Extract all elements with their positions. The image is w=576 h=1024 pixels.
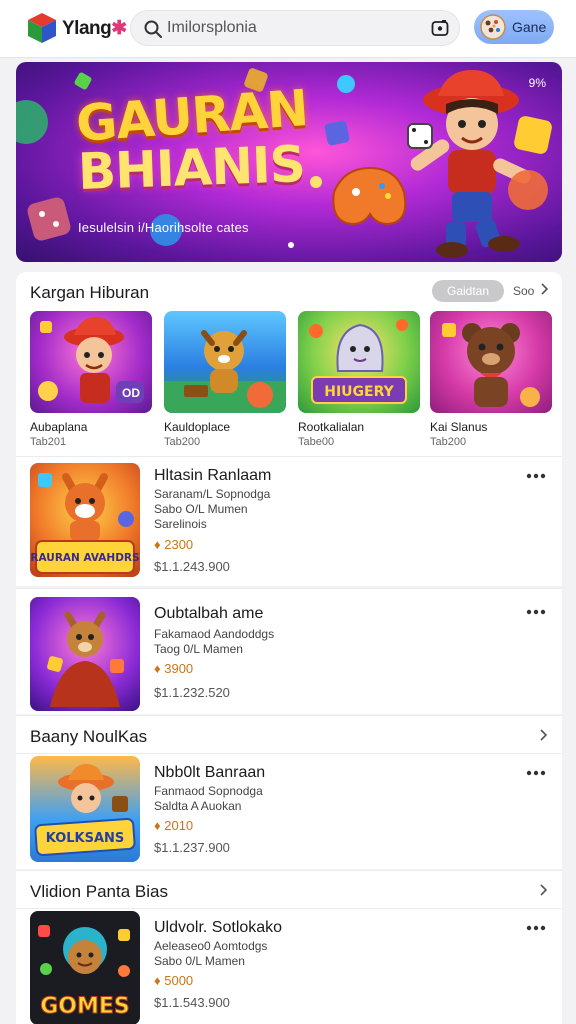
section-header[interactable]: Vlidion Panta Bias	[16, 870, 562, 908]
item-title: Hltasin Ranlaam	[154, 467, 272, 484]
item-subtitle: Saldta A Auokan	[154, 799, 242, 813]
chevron-right-icon[interactable]	[538, 883, 548, 897]
hero-badge: 9%	[528, 76, 546, 90]
tile-price: Tab200	[430, 436, 467, 448]
app-logo-icon[interactable]	[27, 12, 57, 44]
tile-art-text: HIUGERY	[324, 384, 394, 400]
item-rating-badge: ♦ 3900	[154, 661, 194, 676]
game-tile[interactable]: Kauldoplace Tab200	[164, 311, 286, 448]
game-profile-button[interactable]: Gane	[474, 10, 554, 44]
cowboy-boy-game-icon: OD	[30, 311, 152, 413]
more-options-icon[interactable]	[526, 473, 546, 479]
list-item[interactable]: KOLKSANS Nbb0lt Banraan Fanmaod Sopnodga…	[16, 753, 562, 869]
hero-title-line2: BHIANIS	[77, 135, 306, 201]
floating-dice-icon	[27, 197, 71, 241]
item-subtitle: Fakamaod Aandoddgs	[154, 627, 275, 641]
thumb-art-text: RAURAN AVAHDRS	[30, 552, 139, 564]
tile-name: Kauldoplace	[164, 420, 231, 434]
app-name: Ylang✱	[62, 17, 127, 40]
item-title: Nbb0lt Banraan	[154, 764, 266, 781]
list-item[interactable]: GOMES Uldvolr. Sotlokako Aeleaseo0 Aomto…	[16, 908, 562, 1024]
hero-title: GAURAN BHIANIS	[74, 79, 309, 201]
tile-name: Kai Slanus	[430, 420, 488, 434]
item-title: Uldvolr. Sotlokako	[154, 919, 283, 936]
fox-fire-game-icon	[30, 597, 140, 711]
item-price: $1.1.232.520	[154, 685, 230, 700]
item-subtitle: Saranam/L Sopnodga	[154, 487, 271, 501]
item-subtitle: Taog 0/L Mamen	[154, 642, 243, 656]
tile-name: Aubaplana	[30, 420, 88, 434]
item-rating-badge: ♦ 2300	[154, 537, 194, 552]
app-name-accent: ✱	[111, 18, 127, 39]
search-icon	[144, 20, 162, 38]
tile-price: Tab201	[30, 436, 67, 448]
item-rating-badge: ♦ 5000	[154, 973, 194, 988]
app-name-text: Ylang	[62, 18, 112, 39]
item-subtitle: Aeleaseo0 Aomtodgs	[154, 939, 268, 953]
item-price: $1.1.243.900	[154, 559, 230, 574]
item-price: $1.1.543.900	[154, 995, 230, 1010]
search-bar[interactable]	[130, 10, 460, 46]
item-subtitle: Sabo 0/L Mamen	[154, 954, 245, 968]
grey-creature-game-icon: HIUGERY	[298, 311, 420, 413]
item-price: $1.1.237.900	[154, 840, 230, 855]
game-tile[interactable]: OD Aubaplana Tab201	[30, 311, 152, 448]
gamepad-icon	[332, 166, 407, 226]
section-title: Kargan Hiburan	[30, 283, 150, 302]
more-options-icon[interactable]	[526, 770, 546, 776]
thumb-art-text: GOMES	[40, 994, 130, 1019]
item-subtitle: Fanmaod Sopnodga	[154, 784, 263, 798]
item-subtitle: Sarelinois	[154, 517, 207, 531]
tile-price: Tabe00	[298, 436, 335, 448]
game-profile-label: Gane	[512, 19, 547, 35]
item-title: Oubtalbah ame	[154, 605, 264, 622]
chevron-right-icon[interactable]	[538, 728, 548, 742]
hero-subtitle: Iesulelsin i/Haorihsolte cates	[78, 220, 249, 235]
more-options-icon[interactable]	[526, 609, 546, 615]
list-item[interactable]: Oubtalbah ame Fakamaod Aandoddgs Taog 0/…	[16, 588, 562, 714]
thumb-art-text: KOLKSANS	[46, 831, 125, 846]
brown-bear-game-icon	[430, 311, 552, 413]
hero-banner[interactable]: GAURAN BHIANIS Iesulelsin i/Haorihsolte …	[16, 62, 562, 262]
more-options-icon[interactable]	[526, 925, 546, 931]
section-header[interactable]: Baany NoulKas	[16, 715, 562, 753]
fox-game-icon: RAURAN AVAHDRS	[30, 463, 140, 577]
search-input[interactable]	[167, 16, 417, 40]
section-title: Vlidion Panta Bias	[30, 882, 168, 901]
game-tile[interactable]: Kai Slanus Tab200	[430, 311, 552, 448]
games-logo-game-icon: GOMES	[30, 911, 140, 1024]
item-subtitle: Sabo O/L Mumen	[154, 502, 248, 516]
featured-section: Kargan Hiburan Gaidtan Soo OD Aubaplana …	[16, 272, 562, 456]
list-item[interactable]: RAURAN AVAHDRS Hltasin Ranlaam Saranam/L…	[16, 456, 562, 586]
section-title: Baany NoulKas	[30, 727, 148, 746]
see-all-link[interactable]: Soo	[513, 284, 534, 298]
camera-scan-icon[interactable]	[431, 19, 449, 37]
top-app-bar: Ylang✱ Gane	[0, 0, 576, 58]
game-tile[interactable]: HIUGERY Rootkalialan Tabe00	[298, 311, 420, 448]
cowboy-kid-game-icon: KOLKSANS	[30, 756, 140, 862]
dog-on-table-game-icon	[164, 311, 286, 413]
cowboy-character-icon	[407, 70, 548, 258]
filter-pill-button[interactable]: Gaidtan	[432, 280, 504, 302]
cookie-avatar-icon	[480, 14, 506, 40]
tile-name: Rootkalialan	[298, 420, 365, 434]
tile-price: Tab200	[164, 436, 201, 448]
item-rating-badge: ♦ 2010	[154, 818, 194, 833]
carousel-indicator[interactable]	[288, 242, 294, 248]
chevron-right-icon[interactable]	[538, 282, 550, 296]
svg-text:OD: OD	[122, 386, 140, 400]
